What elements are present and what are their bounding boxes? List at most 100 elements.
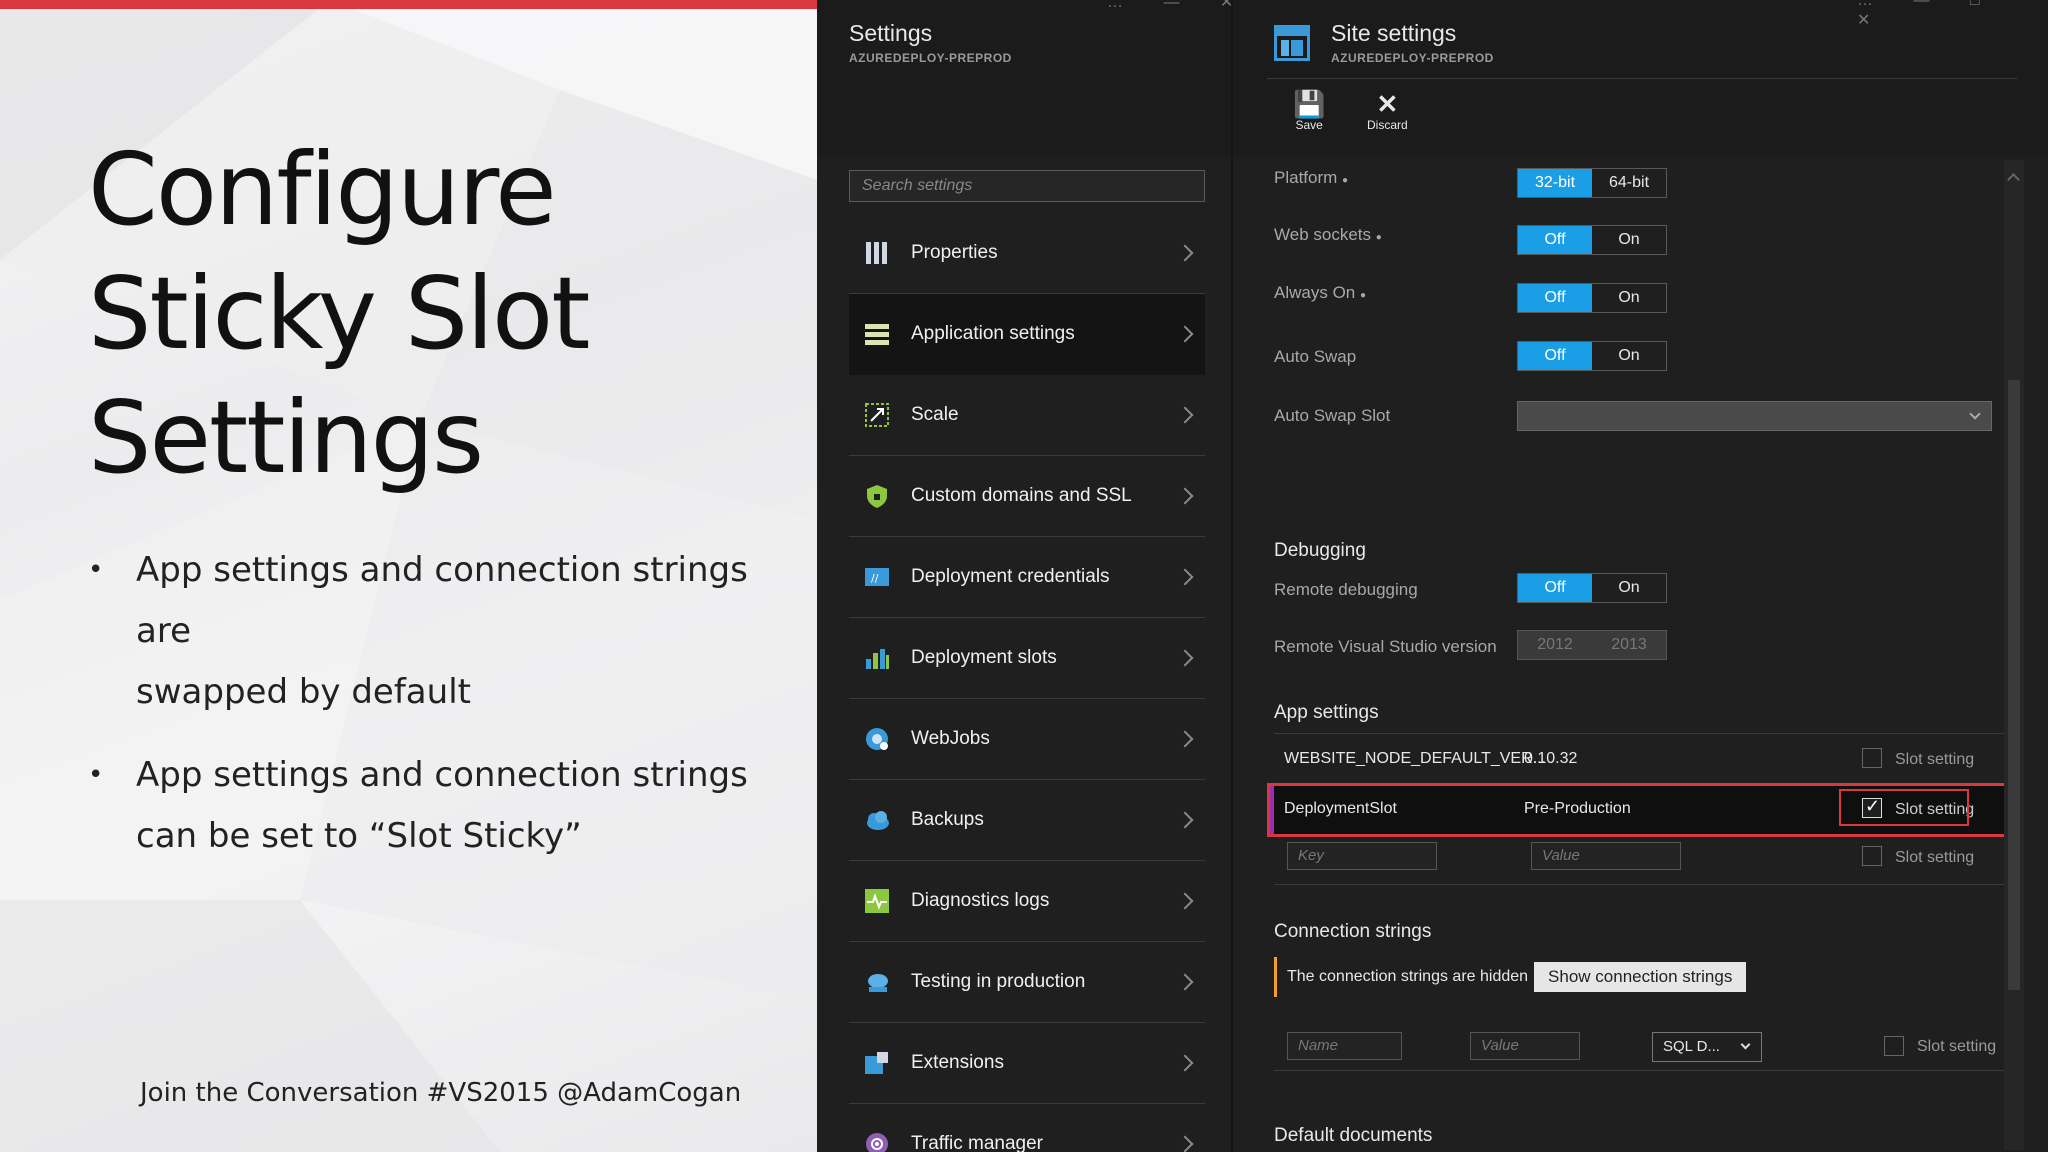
- diagnostics-icon: [863, 887, 891, 915]
- menu-item-application-settings[interactable]: Application settings: [849, 294, 1205, 375]
- menu-item-custom-domains[interactable]: Custom domains and SSL: [849, 456, 1205, 537]
- menu-item-label: Deployment slots: [911, 647, 1057, 668]
- option-off[interactable]: Off: [1518, 342, 1592, 370]
- menu-item-testing-in-production[interactable]: Testing in production: [849, 942, 1205, 1023]
- menu-item-webjobs[interactable]: WebJobs: [849, 699, 1205, 780]
- menu-item-diagnostics-logs[interactable]: Diagnostics logs: [849, 861, 1205, 942]
- app-setting-key: WEBSITE_NODE_DEFAULT_VER...: [1284, 750, 1546, 767]
- bullet-item: • App settings and connection strings ca…: [88, 745, 788, 867]
- save-button[interactable]: 💾 Save: [1293, 90, 1325, 132]
- connection-type-dropdown[interactable]: SQL D...: [1652, 1032, 1762, 1062]
- menu-item-extensions[interactable]: Extensions: [849, 1023, 1205, 1104]
- settings-blade-title: Settings: [849, 20, 933, 46]
- bullet-text: can be set to “Slot Sticky”: [136, 816, 582, 856]
- option-on[interactable]: On: [1592, 226, 1666, 254]
- slot-setting-checkbox[interactable]: [1862, 846, 1882, 866]
- menu-item-label: Backups: [911, 809, 984, 830]
- connection-slot-setting-checkbox[interactable]: [1884, 1036, 1904, 1056]
- slot-setting-label: Slot setting: [1895, 751, 1975, 768]
- remote-debugging-label: Remote debugging: [1274, 580, 1418, 599]
- debugging-title: Debugging: [1274, 540, 1366, 561]
- title-line-2: Sticky Slot: [88, 255, 590, 372]
- site-window-controls[interactable]: … — □ ✕: [1857, 0, 2048, 30]
- connection-name-input[interactable]: Name: [1287, 1032, 1402, 1060]
- option-on[interactable]: On: [1592, 342, 1666, 370]
- properties-icon: [863, 239, 891, 267]
- slide-panel: Configure Sticky Slot Settings • App set…: [0, 0, 817, 1152]
- option-on[interactable]: On: [1592, 284, 1666, 312]
- info-icon: ●: [1375, 232, 1382, 243]
- credentials-icon: //: [863, 563, 891, 591]
- auto-swap-toggle[interactable]: Off On: [1517, 341, 1667, 371]
- bullet-dot: •: [88, 555, 104, 585]
- scrollbar-thumb[interactable]: [2008, 380, 2020, 990]
- menu-item-label: Extensions: [911, 1052, 1004, 1073]
- menu-item-label: Custom domains and SSL: [911, 485, 1132, 506]
- blade-separator: [1231, 0, 1233, 1152]
- menu-item-deployment-slots[interactable]: Deployment slots: [849, 618, 1205, 699]
- always-on-label: Always On ●: [1274, 283, 1367, 302]
- divider: [1274, 884, 2007, 885]
- option-on[interactable]: On: [1592, 574, 1666, 602]
- close-icon: ✕: [1376, 89, 1399, 119]
- platform-toggle[interactable]: 32-bit 64-bit: [1517, 168, 1667, 198]
- menu-item-label: WebJobs: [911, 728, 990, 749]
- chevron-right-icon: [1176, 1135, 1194, 1152]
- vertical-scrollbar[interactable]: [2004, 160, 2024, 1150]
- connection-value-input[interactable]: Value: [1470, 1032, 1580, 1060]
- application-settings-icon: [863, 320, 891, 348]
- menu-item-scale[interactable]: Scale: [849, 375, 1205, 456]
- option-off[interactable]: Off: [1518, 226, 1592, 254]
- option-64bit[interactable]: 64-bit: [1592, 169, 1666, 197]
- auto-swap-slot-dropdown[interactable]: [1517, 401, 1992, 431]
- menu-item-traffic-manager[interactable]: Traffic manager: [849, 1104, 1205, 1152]
- slide-footer: Join the Conversation #VS2015 @AdamCogan: [140, 1078, 742, 1108]
- chevron-right-icon: [1176, 730, 1194, 748]
- menu-item-properties[interactable]: Properties: [849, 213, 1205, 294]
- option-off[interactable]: Off: [1518, 284, 1592, 312]
- show-connection-strings-button[interactable]: Show connection strings: [1534, 962, 1747, 992]
- deployment-slots-icon: [863, 644, 891, 672]
- extensions-icon: [863, 1049, 891, 1077]
- chevron-down-icon: [1740, 1039, 1751, 1050]
- app-setting-value: 0.10.32: [1524, 750, 1578, 767]
- option-32bit[interactable]: 32-bit: [1518, 169, 1592, 197]
- menu-item-label: Traffic manager: [911, 1133, 1043, 1152]
- bullet-text: App settings and connection strings: [136, 755, 748, 795]
- slot-setting-label: Slot setting: [1895, 849, 1975, 866]
- app-setting-key: DeploymentSlot: [1284, 800, 1397, 817]
- site-settings-title: Site settings: [1331, 20, 1457, 46]
- scroll-up-icon[interactable]: [2007, 173, 2020, 186]
- azure-portal: Settings AZUREDEPLOY-PREPROD … — ✕ Searc…: [817, 0, 2048, 1152]
- scale-icon: [863, 401, 891, 429]
- always-on-toggle[interactable]: Off On: [1517, 283, 1667, 313]
- accent-bar: [0, 0, 817, 9]
- chevron-right-icon: [1176, 406, 1194, 424]
- title-line-3: Settings: [88, 379, 484, 496]
- discard-button[interactable]: ✕ Discard: [1367, 90, 1408, 132]
- discard-label: Discard: [1367, 118, 1408, 132]
- menu-item-label: Application settings: [911, 323, 1075, 344]
- menu-item-label: Scale: [911, 404, 959, 425]
- settings-window-controls[interactable]: … — ✕: [1107, 0, 1251, 12]
- bullet-text: swapped by default: [136, 672, 471, 712]
- vs-version-toggle: 2012 2013: [1517, 630, 1667, 660]
- menu-item-backups[interactable]: Backups: [849, 780, 1205, 861]
- remote-debugging-toggle[interactable]: Off On: [1517, 573, 1667, 603]
- chevron-right-icon: [1176, 892, 1194, 910]
- settings-blade-titlebar: Settings AZUREDEPLOY-PREPROD: [849, 20, 1012, 65]
- bullet-text: App settings and connection strings are: [136, 550, 748, 651]
- title-line-1: Configure: [88, 131, 557, 248]
- search-settings-input[interactable]: Search settings: [849, 170, 1205, 202]
- site-settings-titlebar: Site settings AZUREDEPLOY-PREPROD: [1331, 20, 1494, 65]
- chevron-right-icon: [1176, 568, 1194, 586]
- option-off[interactable]: Off: [1518, 574, 1592, 602]
- vs-version-label: Remote Visual Studio version: [1274, 637, 1497, 656]
- slide-title: Configure Sticky Slot Settings: [88, 128, 788, 500]
- auto-swap-label: Auto Swap: [1274, 347, 1357, 366]
- platform-label: Platform ●: [1274, 168, 1349, 187]
- divider: [1274, 733, 2007, 734]
- menu-item-deployment-credentials[interactable]: // Deployment credentials: [849, 537, 1205, 618]
- slot-setting-checkbox[interactable]: [1862, 748, 1882, 768]
- web-sockets-toggle[interactable]: Off On: [1517, 225, 1667, 255]
